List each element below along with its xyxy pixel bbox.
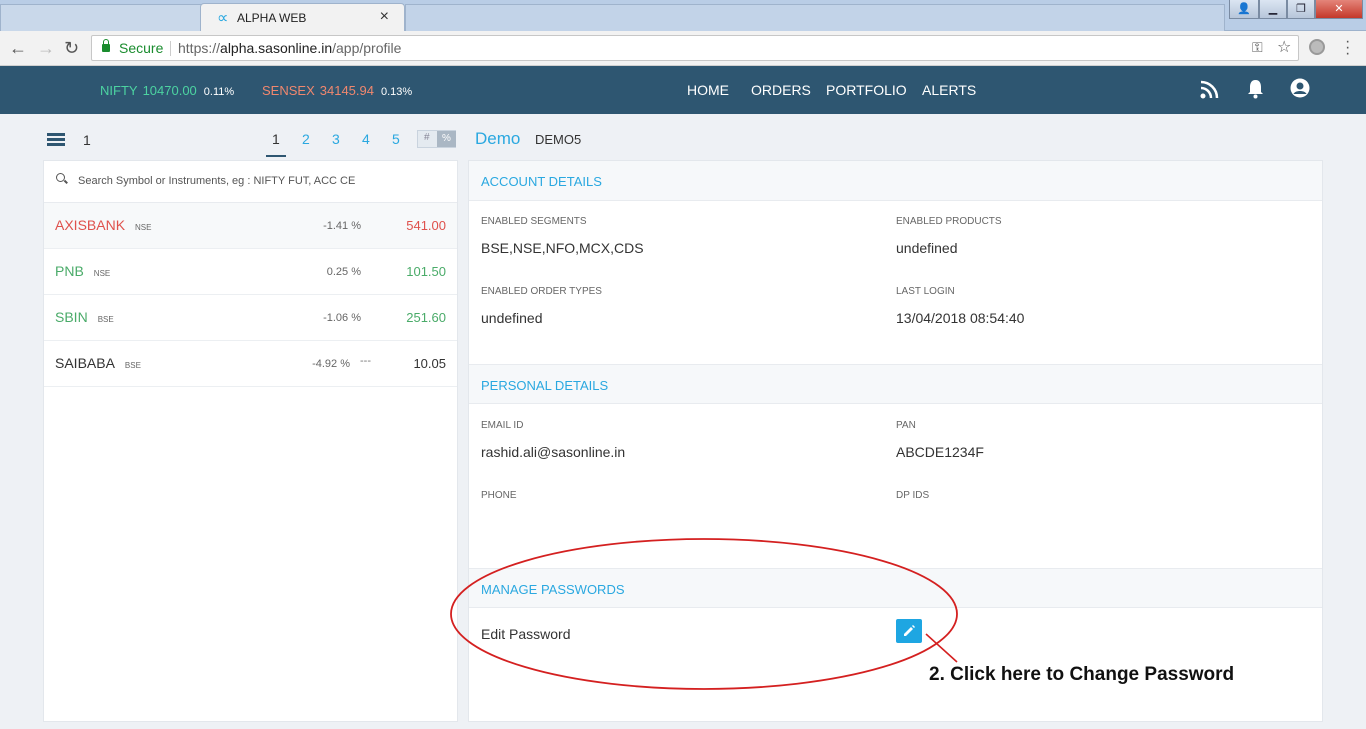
- last-price: 251.60: [406, 310, 446, 325]
- browser-menu-icon[interactable]: · · ·: [1345, 34, 1350, 62]
- watchlist-page-2[interactable]: 2: [302, 131, 310, 147]
- client-id: DEMO5: [535, 132, 582, 147]
- watchlist-panel: AXISBANKNSE -1.41 % 541.00 PNBNSE 0.25 %…: [43, 160, 458, 722]
- absolute-toggle[interactable]: #: [424, 132, 430, 143]
- minimize-icon[interactable]: ▁: [1259, 0, 1287, 19]
- edit-password-label: Edit Password: [481, 626, 571, 642]
- watchlist-page-4[interactable]: 4: [362, 131, 370, 147]
- profile-name: Demo: [475, 129, 521, 148]
- url-text: https://alpha.sasonline.in/app/profile: [178, 40, 402, 56]
- user-circle-icon[interactable]: [1290, 78, 1310, 104]
- pan-label: PAN: [896, 420, 916, 431]
- percent-toggle[interactable]: %: [437, 131, 456, 147]
- enabled-order-types-value: undefined: [481, 310, 543, 326]
- search-input[interactable]: [78, 172, 438, 190]
- change-percent: -1.41 %: [323, 220, 361, 232]
- nav-orders[interactable]: ORDERS: [751, 82, 811, 98]
- tab-title: ALPHA WEB: [237, 11, 307, 25]
- watchlist-row[interactable]: SBIN BSE -1.06 % 251.60: [44, 295, 457, 341]
- watchlist-search: [44, 161, 457, 203]
- last-price: 541.00: [406, 218, 446, 233]
- watchlist-page-1[interactable]: 1: [272, 131, 280, 147]
- maximize-icon[interactable]: ❐: [1287, 0, 1315, 19]
- change-percent: 0.25 %: [326, 266, 361, 278]
- last-price: 101.50: [406, 264, 446, 279]
- rss-icon[interactable]: [1200, 80, 1219, 105]
- profile-card: ACCOUNT DETAILS ENABLED SEGMENTS BSE,NSE…: [468, 160, 1323, 722]
- phone-label: PHONE: [481, 490, 517, 501]
- app-header: NIFTY 10470.00 0.11% SENSEX 34145.94 0.13% H…: [0, 66, 1366, 114]
- email-label: EMAIL ID: [481, 420, 524, 431]
- symbol-name: SBIN BSE: [55, 309, 114, 325]
- enabled-products-label: ENABLED PRODUCTS: [896, 216, 1002, 227]
- last-login-label: LAST LOGIN: [896, 286, 955, 297]
- nifty-ticker: NIFTY 10470.00 0.11%: [100, 83, 235, 98]
- alpha-logo-icon: ∝: [217, 10, 229, 27]
- watchlist-current: 1: [83, 132, 91, 148]
- manage-passwords-header: MANAGE PASSWORDS: [469, 568, 1322, 608]
- nav-alerts[interactable]: ALERTS: [922, 82, 976, 98]
- sensex-ticker: SENSEX 34145.94 0.13%: [262, 83, 413, 98]
- watchlist-page-3[interactable]: 3: [332, 131, 340, 147]
- change-dash: ---: [360, 355, 371, 367]
- search-icon: [56, 173, 65, 182]
- active-page-indicator: [266, 155, 286, 157]
- browser-tab-strip: ∝ ALPHA WEB × 👤 ▁ ❐ ✕: [0, 0, 1366, 32]
- annotation-label: 2. Click here to Change Password: [929, 664, 1235, 685]
- forward-arrow-icon[interactable]: →: [37, 38, 55, 59]
- nav-portfolio[interactable]: PORTFOLIO: [826, 82, 907, 98]
- watchlist-page-5[interactable]: 5: [392, 131, 400, 147]
- enabled-segments-label: ENABLED SEGMENTS: [481, 216, 587, 227]
- watchlist-row[interactable]: AXISBANK NSE -1.41 % 541.00: [44, 203, 457, 249]
- email-value: rashid.ali@sasonline.in: [481, 444, 626, 460]
- key-icon[interactable]: ⚿: [1252, 39, 1263, 56]
- watchlist-toolbar: 1 1 2 3 4 5 # %: [43, 128, 458, 158]
- watchlist-row[interactable]: PNB NSE 0.25 % 101.50: [44, 249, 457, 295]
- last-login-value: 13/04/2018 08:54:40: [896, 310, 1025, 326]
- symbol-name: PNB NSE: [55, 263, 111, 279]
- bell-icon[interactable]: [1246, 78, 1265, 105]
- list-view-icon[interactable]: [47, 133, 65, 147]
- omnibox-divider: [170, 41, 171, 56]
- enabled-products-value: undefined: [896, 240, 958, 256]
- secure-label: Secure: [119, 40, 164, 56]
- lock-icon: [102, 39, 110, 52]
- symbol-name: AXISBANK NSE: [55, 217, 152, 233]
- tab-close-icon[interactable]: ×: [380, 8, 389, 26]
- pencil-icon: [904, 625, 915, 636]
- change-percent: -1.06 %: [323, 312, 361, 324]
- nav-home[interactable]: HOME: [687, 82, 729, 98]
- change-percent: -4.92 %: [312, 358, 350, 370]
- watchlist-row[interactable]: SAIBABA BSE -4.92 % --- 10.05: [44, 341, 457, 387]
- last-price: 10.05: [413, 356, 446, 371]
- symbol-name: SAIBABA BSE: [55, 355, 141, 371]
- address-bar: ← → ↻ Secure https://alpha.sasonline.in/…: [0, 31, 1366, 66]
- url-input[interactable]: Secure https://alpha.sasonline.in/app/pr…: [91, 35, 1299, 61]
- browser-tab-active[interactable]: ∝ ALPHA WEB ×: [200, 3, 405, 32]
- star-icon[interactable]: ☆: [1277, 37, 1291, 57]
- window-close-icon[interactable]: ✕: [1315, 0, 1363, 19]
- edit-password-button[interactable]: [896, 619, 922, 643]
- back-arrow-icon[interactable]: ←: [9, 38, 27, 59]
- new-tab-area[interactable]: [405, 4, 1225, 31]
- reload-icon[interactable]: ↻: [64, 38, 79, 59]
- enabled-segments-value: BSE,NSE,NFO,MCX,CDS: [481, 240, 644, 256]
- extension-icon[interactable]: [1309, 39, 1325, 55]
- pan-value: ABCDE1234F: [896, 444, 984, 460]
- value-mode-toggle[interactable]: # %: [417, 130, 456, 148]
- account-details-header: ACCOUNT DETAILS: [469, 161, 1322, 201]
- enabled-order-types-label: ENABLED ORDER TYPES: [481, 286, 602, 297]
- personal-details-header: PERSONAL DETAILS: [469, 364, 1322, 404]
- browser-tab-previous[interactable]: [0, 4, 205, 31]
- user-profile-icon[interactable]: 👤: [1229, 0, 1259, 19]
- dp-ids-label: DP IDS: [896, 490, 930, 501]
